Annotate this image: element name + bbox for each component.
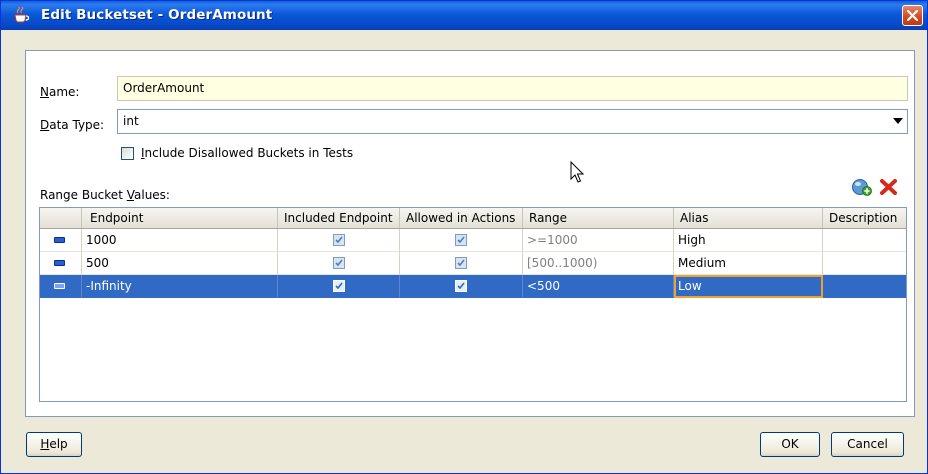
include-disallowed-label: Include Disallowed Buckets in Tests [141,146,354,160]
edit-bucketset-dialog: Edit Bucketset - OrderAmount Name: Order… [0,0,928,474]
column-header-allowed-in-actions[interactable]: Allowed in Actions [400,208,523,228]
description-cell[interactable] [823,252,906,275]
close-icon [907,10,918,21]
description-cell[interactable] [823,275,906,298]
table-row-selected[interactable]: -Infinity <500 Low [40,275,906,298]
row-indicator [40,229,82,252]
column-header-included-endpoint[interactable]: Included Endpoint [278,208,400,228]
range-cell: [500..1000) [523,252,674,275]
table-header: Endpoint Included Endpoint Allowed in Ac… [40,208,906,229]
coffee-cup-icon [13,6,31,23]
ok-button[interactable]: OK [760,432,820,457]
range-bucket-values-label: Range Bucket Values: [40,188,170,202]
alias-cell[interactable]: High [674,229,823,252]
table-row[interactable]: 500 [500..1000) Medium [40,252,906,275]
window-title: Edit Bucketset - OrderAmount [41,7,273,23]
column-header-icon [40,208,82,228]
help-button[interactable]: Help [26,432,82,457]
row-indicator [40,252,82,275]
description-cell[interactable] [823,229,906,252]
range-bucket-table: Endpoint Included Endpoint Allowed in Ac… [39,207,907,402]
alias-cell[interactable]: Medium [674,252,823,275]
name-label: Name: [40,85,80,99]
column-header-description[interactable]: Description [823,208,906,228]
add-bucket-icon[interactable] [852,178,872,199]
bucket-row-icon [54,237,65,243]
data-type-label: Data Type: [40,118,105,132]
range-cell: <500 [523,275,674,298]
included-endpoint-cell [278,275,400,298]
endpoint-cell[interactable]: 500 [82,252,278,275]
include-disallowed-checkbox[interactable] [121,147,134,160]
title-bar[interactable]: Edit Bucketset - OrderAmount [1,1,927,30]
endpoint-cell[interactable]: -Infinity [82,275,278,298]
endpoint-cell[interactable]: 1000 [82,229,278,252]
data-type-value: int [123,114,139,128]
allowed-in-actions-checkbox[interactable] [455,280,467,292]
mouse-cursor-icon [570,160,585,188]
allowed-in-actions-cell [400,275,523,298]
data-type-select[interactable]: int [117,109,908,134]
row-indicator [40,275,82,298]
allowed-in-actions-cell [400,252,523,275]
name-value: OrderAmount [123,81,205,95]
column-header-alias[interactable]: Alias [674,208,823,228]
delete-bucket-icon[interactable] [880,179,897,198]
table-row[interactable]: 1000 >=1000 High [40,229,906,252]
cancel-button[interactable]: Cancel [831,432,904,457]
included-endpoint-checkbox[interactable] [332,280,345,292]
bucket-row-icon [54,283,65,289]
name-field[interactable]: OrderAmount [117,76,908,101]
close-button[interactable] [902,5,923,26]
bucket-row-icon [54,260,65,266]
allowed-in-actions-checkbox[interactable] [455,257,467,269]
included-endpoint-checkbox[interactable] [332,234,345,246]
included-endpoint-cell [278,229,400,252]
allowed-in-actions-checkbox[interactable] [455,234,467,246]
range-cell: >=1000 [523,229,674,252]
included-endpoint-cell [278,252,400,275]
column-header-endpoint[interactable]: Endpoint [82,208,278,228]
allowed-in-actions-cell [400,229,523,252]
column-header-range[interactable]: Range [523,208,674,228]
alias-cell-editing[interactable]: Low [674,275,823,298]
chevron-down-icon [893,118,903,124]
included-endpoint-checkbox[interactable] [332,257,345,269]
